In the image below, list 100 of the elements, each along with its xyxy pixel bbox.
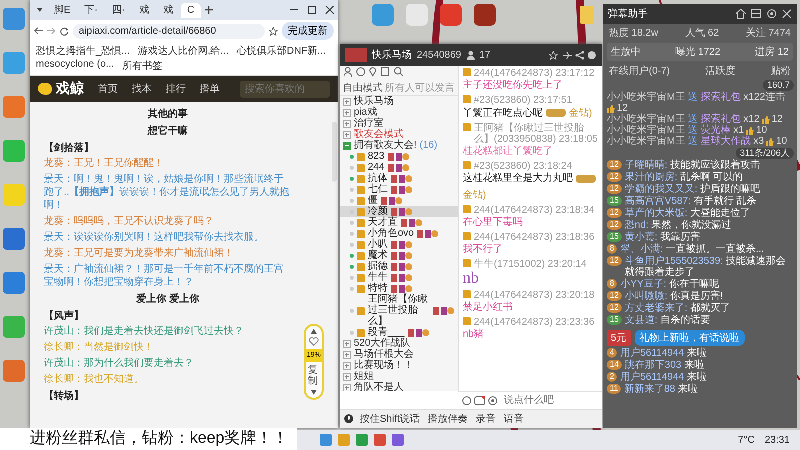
browser-tab[interactable]: 戏 (157, 1, 180, 19)
copy-link[interactable]: 复制 (308, 365, 320, 387)
desktop-app-icon[interactable] (474, 4, 496, 26)
nav-link[interactable]: 排行 (166, 82, 186, 96)
bookmark-link[interactable]: mesocyclone (o... (36, 59, 114, 73)
up-arrow-icon[interactable] (311, 329, 317, 334)
channel-item[interactable]: 歌友会模式 (340, 129, 458, 140)
desktop-app-icon[interactable] (440, 4, 462, 26)
bookmark-link[interactable]: 恐惧之拇指牛_恐惧... (36, 44, 130, 58)
room-actions-icon[interactable] (549, 50, 597, 60)
channel-item[interactable]: 治疗室 (340, 118, 458, 129)
panel-tab[interactable]: 贴粉 (771, 64, 791, 78)
window-controls-icon[interactable] (290, 6, 334, 14)
gift-icon (576, 174, 596, 182)
browser-tab[interactable]: 脚E (48, 1, 77, 19)
site-logo[interactable]: 戏鲸 (56, 80, 84, 98)
plus-icon[interactable] (204, 6, 213, 14)
member-name: 244 (368, 162, 385, 173)
panel-tab[interactable]: 在线用户(0-7) (609, 64, 670, 78)
scrollbar[interactable] (332, 122, 337, 182)
medal-badges-icon (417, 230, 440, 238)
bookmarks-folder-link[interactable]: 所有书签 (122, 59, 162, 73)
browser-tab[interactable]: 四· (106, 1, 132, 19)
weather-label[interactable]: 7°C (738, 434, 755, 446)
channel-item[interactable]: 马场仟根大会 (340, 349, 458, 360)
section-title: 爱上你 爱上你 (136, 292, 200, 306)
taskbar-apps-icon[interactable] (320, 434, 404, 446)
member-item[interactable]: 244 (340, 162, 458, 173)
expand-toggle-icon[interactable] (343, 130, 351, 138)
member-item[interactable]: 七仁 (340, 184, 458, 195)
nav-link[interactable]: 播单 (200, 82, 220, 96)
reload-icon[interactable] (60, 26, 69, 36)
member-name: 小叭 (368, 239, 388, 250)
channel-name: 比赛现场！！ (354, 360, 414, 371)
desktop-app-icon[interactable] (3, 272, 25, 294)
panel-tab[interactable]: 活跃度 (706, 64, 736, 78)
member-item[interactable]: 王阿猪【你瞅过三世投胎么】 (340, 294, 458, 327)
panel-tools-icon[interactable] (736, 9, 792, 19)
toolbar-button[interactable]: 录音 (474, 412, 498, 426)
cash-reward-badge[interactable]: 5元 (607, 330, 631, 346)
member-item[interactable]: 天才直 (340, 217, 458, 228)
mode-note: 所有人可以发言 (385, 82, 455, 95)
down-arrow-icon[interactable] (311, 390, 317, 395)
member-item[interactable]: 小叭 (340, 239, 458, 250)
chat-message: 高高宫宫V587: 有手就行 乱杀 (624, 196, 757, 207)
caret-icon[interactable] (36, 6, 44, 14)
heart-icon[interactable] (309, 337, 319, 346)
channel-item[interactable]: pia戏 (340, 107, 458, 118)
dialogue-line: 龙葵：王兄可是要为龙葵带来广袖流仙裙！ (44, 247, 235, 260)
bookmark-link[interactable]: 心悦俱乐部DNF新... (237, 44, 326, 58)
expand-toggle-icon[interactable] (343, 362, 351, 370)
channel-item[interactable]: 快乐马场 (340, 96, 458, 107)
expand-toggle-icon[interactable] (343, 98, 351, 106)
desktop-app-icon[interactable] (3, 228, 25, 250)
chat-message: 翠、小满: 一直被抓。一直被杀... (620, 244, 764, 255)
message-meta: 244(1476424873) 23:18:34 (474, 205, 595, 216)
member-item[interactable]: 牛牛 (340, 272, 458, 283)
back-arrow-icon[interactable] (34, 27, 43, 35)
expand-toggle-icon[interactable] (343, 350, 351, 358)
member-item[interactable]: 抗体 (340, 173, 458, 184)
expand-toggle-icon[interactable] (343, 340, 351, 348)
bookmark-link[interactable]: 游戏达人比价网,给... (138, 44, 230, 58)
member-item[interactable]: 小角色ovo (340, 228, 458, 239)
update-button[interactable]: 完成更新 (282, 22, 334, 40)
member-item[interactable]: 冷颜 (340, 206, 458, 217)
member-item[interactable]: 僵 (340, 195, 458, 206)
member-item[interactable]: 特特 (340, 283, 458, 294)
browser-tab[interactable]: 戏 (133, 1, 156, 19)
expand-toggle-icon[interactable] (343, 384, 351, 391)
member-item[interactable]: 掘德 (340, 261, 458, 272)
toolbar-button[interactable]: 播放伴奏 (426, 412, 470, 426)
message-meta: 牛牛(17151002) 23:20:14 (474, 259, 587, 270)
crown-icon (463, 68, 471, 76)
mode-label: 自由模式 (343, 82, 383, 95)
microphone-icon[interactable] (344, 414, 354, 424)
browser-tab[interactable]: C (181, 2, 201, 18)
expand-toggle-icon[interactable] (343, 372, 351, 380)
toolbar-button[interactable]: 语音 (502, 412, 526, 426)
channel-item[interactable]: 520大作战队 (340, 338, 458, 349)
browser-tab[interactable]: 下· (78, 1, 104, 19)
channel-item[interactable]: 姐姐 (340, 371, 458, 382)
expand-toggle-icon[interactable] (343, 108, 351, 116)
medal-badges-icon (408, 328, 430, 336)
star-icon[interactable] (269, 26, 278, 36)
expand-toggle-icon[interactable] (343, 120, 351, 128)
clock-label[interactable]: 23:31 (764, 434, 790, 446)
channel-item[interactable]: 比赛现场！！ (340, 360, 458, 371)
channel-item[interactable]: 拥有歌友大会! (16) (340, 140, 458, 151)
nav-link[interactable]: 首页 (98, 82, 118, 96)
emoji-tools-icon[interactable] (462, 396, 498, 406)
member-item[interactable]: 823 (340, 151, 458, 162)
sidebar-tools-icon[interactable] (344, 67, 404, 77)
search-field[interactable]: 搜索你喜欢的 (240, 80, 330, 98)
message-meta: 王阿猪【你瞅过三世投胎么】(2033950838) 23:18:05 (474, 123, 598, 145)
member-item[interactable]: 段青___ (340, 327, 458, 338)
toolbar-button[interactable]: 按住Shift说话 (358, 412, 422, 426)
forward-arrow-icon[interactable] (47, 27, 56, 35)
nav-link[interactable]: 找本 (132, 82, 152, 96)
member-item[interactable]: 魔术 (340, 250, 458, 261)
address-field[interactable]: aipiaxi.com/article-detail/66860 (73, 24, 265, 38)
